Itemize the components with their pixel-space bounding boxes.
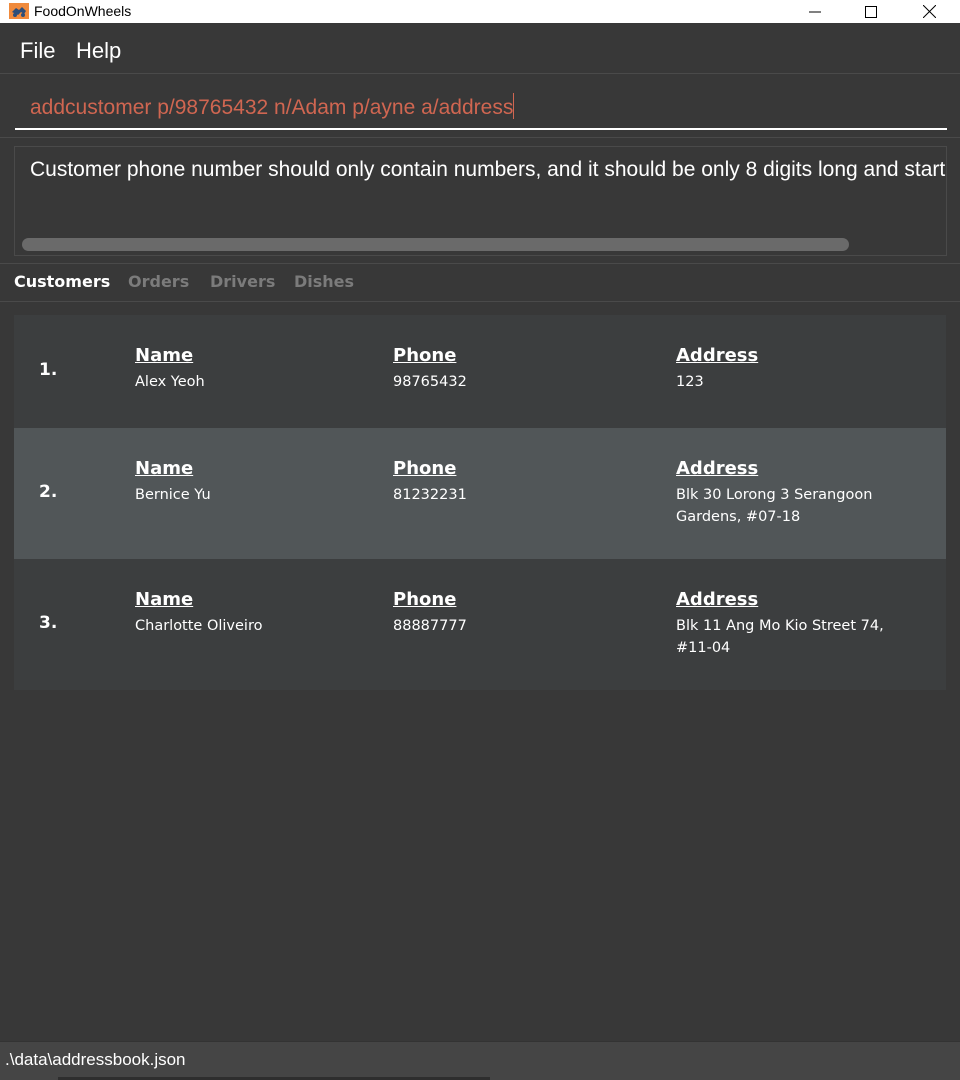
tab-dishes[interactable]: Dishes — [294, 272, 354, 291]
command-box[interactable]: addcustomer p/98765432 n/Adam p/ayne a/a… — [15, 84, 947, 130]
name-column: Name Alex Yeoh — [135, 345, 205, 393]
window-title: FoodOnWheels — [34, 3, 132, 19]
result-message: Customer phone number should only contai… — [30, 158, 947, 181]
address-column: Address Blk 30 Lorong 3 Serangoon Garden… — [676, 458, 916, 528]
maximize-button[interactable] — [842, 0, 900, 23]
customer-card[interactable]: 3. Name Charlotte Oliveiro Phone 8888777… — [14, 559, 946, 690]
customer-address: 123 — [676, 374, 704, 390]
name-header: Name — [135, 345, 194, 366]
phone-column: Phone 81232231 — [393, 458, 467, 506]
customer-phone: 81232231 — [393, 487, 467, 503]
address-column: Address Blk 11 Ang Mo Kio Street 74, #11… — [676, 589, 916, 659]
menu-help[interactable]: Help — [76, 38, 121, 64]
name-header: Name — [135, 458, 194, 479]
customer-name: Charlotte Oliveiro — [135, 618, 263, 634]
customer-phone: 98765432 — [393, 374, 467, 390]
minimize-icon — [809, 11, 821, 12]
customer-index: 2. — [39, 482, 58, 502]
phone-column: Phone 88887777 — [393, 589, 467, 637]
minimize-button[interactable] — [786, 0, 844, 23]
customer-index: 1. — [39, 360, 58, 380]
status-bar: .\data\addressbook.json — [0, 1041, 960, 1080]
customer-address: Blk 11 Ang Mo Kio Street 74, #11-04 — [676, 618, 884, 656]
save-location: .\data\addressbook.json — [5, 1050, 186, 1069]
customer-name: Alex Yeoh — [135, 374, 205, 390]
phone-header: Phone — [393, 589, 457, 610]
customer-index: 3. — [39, 613, 58, 633]
name-column: Name Bernice Yu — [135, 458, 211, 506]
command-input[interactable]: addcustomer p/98765432 n/Adam p/ayne a/a… — [30, 93, 515, 120]
customer-card-selected[interactable]: 2. Name Bernice Yu Phone 81232231 Addres… — [14, 428, 946, 559]
address-header: Address — [676, 345, 759, 366]
customer-name: Bernice Yu — [135, 487, 211, 503]
address-column: Address 123 — [676, 345, 916, 393]
phone-column: Phone 98765432 — [393, 345, 467, 393]
section-divider — [0, 137, 960, 138]
tab-drivers[interactable]: Drivers — [210, 272, 275, 291]
menu-file[interactable]: File — [20, 38, 55, 64]
maximize-icon — [865, 5, 877, 18]
horizontal-scrollbar[interactable] — [22, 238, 849, 251]
tab-customers[interactable]: Customers — [14, 272, 110, 291]
close-button[interactable] — [900, 0, 958, 23]
customer-list: 1. Name Alex Yeoh Phone 98765432 Address… — [14, 315, 946, 690]
customer-card[interactable]: 1. Name Alex Yeoh Phone 98765432 Address… — [14, 315, 946, 428]
tabs-divider-bottom — [0, 301, 960, 302]
name-column: Name Charlotte Oliveiro — [135, 589, 262, 637]
address-header: Address — [676, 458, 759, 479]
customer-phone: 88887777 — [393, 618, 467, 634]
name-header: Name — [135, 589, 194, 610]
close-icon — [922, 5, 936, 18]
truck-icon — [9, 3, 29, 19]
address-header: Address — [676, 589, 759, 610]
menu-bar: File Help — [0, 29, 960, 73]
tab-bar: Customers Orders Drivers Dishes — [0, 264, 960, 301]
text-caret — [513, 93, 515, 119]
tab-orders[interactable]: Orders — [128, 272, 189, 291]
result-display[interactable]: Customer phone number should only contai… — [14, 146, 947, 256]
title-bar: FoodOnWheels — [0, 0, 960, 23]
phone-header: Phone — [393, 458, 457, 479]
command-text: addcustomer p/98765432 n/Adam p/ayne a/a… — [30, 96, 514, 119]
phone-header: Phone — [393, 345, 457, 366]
menu-divider — [0, 73, 960, 74]
customer-address: Blk 30 Lorong 3 Serangoon Gardens, #07-1… — [676, 487, 873, 525]
